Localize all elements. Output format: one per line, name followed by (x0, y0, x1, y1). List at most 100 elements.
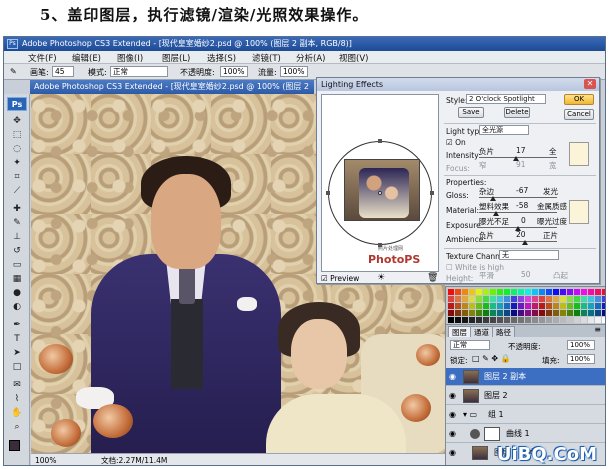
swatch-cell[interactable] (588, 289, 594, 295)
swatch-cell[interactable] (497, 296, 503, 302)
brush-size-picker[interactable]: 45 (52, 66, 74, 77)
swatch-cell[interactable] (504, 296, 510, 302)
swatch-cell[interactable] (574, 303, 580, 309)
menu-file[interactable]: 文件(F) (28, 52, 57, 64)
foreground-color-swatch[interactable] (9, 440, 20, 451)
swatch-cell[interactable] (602, 289, 606, 295)
swatch-cell[interactable] (532, 303, 538, 309)
swatch-cell[interactable] (560, 289, 566, 295)
swatch-cell[interactable] (525, 310, 531, 316)
lasso-tool-icon[interactable]: ◌ (10, 144, 24, 155)
swatch-cell[interactable] (497, 317, 503, 323)
swatch-cell[interactable] (469, 303, 475, 309)
blend-mode-select[interactable]: 正常 (450, 340, 490, 350)
swatch-cell[interactable] (602, 317, 606, 323)
swatch-cell[interactable] (469, 317, 475, 323)
swatch-cell[interactable] (483, 317, 489, 323)
swatch-cell[interactable] (560, 303, 566, 309)
style-select[interactable]: 2 O'clock Spotlight (466, 94, 546, 104)
swatch-cell[interactable] (588, 296, 594, 302)
layer-opacity-input[interactable]: 100% (567, 340, 595, 350)
swatch-cell[interactable] (581, 296, 587, 302)
swatch-cell[interactable] (455, 310, 461, 316)
swatch-cell[interactable] (595, 289, 601, 295)
swatch-cell[interactable] (462, 317, 468, 323)
light-center-handle[interactable] (378, 191, 382, 195)
swatch-cell[interactable] (469, 296, 475, 302)
swatch-cell[interactable] (455, 303, 461, 309)
eraser-tool-icon[interactable]: ▭ (10, 260, 24, 271)
swatch-cell[interactable] (448, 317, 454, 323)
swatch-cell[interactable] (462, 310, 468, 316)
swatch-cell[interactable] (490, 303, 496, 309)
pen-tool-icon[interactable]: ✒ (10, 320, 24, 331)
blur-tool-icon[interactable]: ● (10, 288, 24, 299)
brush-tool-icon[interactable]: ✎ (10, 218, 24, 229)
swatch-cell[interactable] (518, 303, 524, 309)
type-tool-icon[interactable]: T (10, 334, 24, 345)
swatch-cell[interactable] (525, 303, 531, 309)
trash-icon[interactable]: 🗑 (427, 273, 438, 283)
swatch-cell[interactable] (574, 310, 580, 316)
marquee-tool-icon[interactable]: ⬚ (10, 130, 24, 141)
swatch-cell[interactable] (462, 289, 468, 295)
swatch-cell[interactable] (518, 289, 524, 295)
preview-checkbox[interactable]: ☑ Preview (321, 274, 359, 283)
swatch-cell[interactable] (511, 289, 517, 295)
swatch-cell[interactable] (560, 317, 566, 323)
mode-select[interactable]: 正常 (110, 66, 168, 77)
visibility-eye-icon[interactable]: ◉ (449, 392, 459, 400)
tab-channels[interactable]: 通道 (470, 326, 493, 337)
swatch-cell[interactable] (553, 303, 559, 309)
layer-row[interactable]: ◉ 曲线 1 (446, 425, 605, 443)
swatch-cell[interactable] (525, 317, 531, 323)
document-tab[interactable]: Adobe Photoshop CS3 Extended - [现代皇室婚纱2.… (30, 80, 314, 105)
light-color-swatch[interactable] (569, 142, 589, 166)
flow-input[interactable]: 100% (280, 66, 308, 77)
swatch-cell[interactable] (511, 303, 517, 309)
swatch-cell[interactable] (602, 303, 606, 309)
swatch-cell[interactable] (469, 289, 475, 295)
on-checkbox[interactable]: ☑ On (446, 138, 466, 147)
ambience-slider-track[interactable] (479, 241, 557, 242)
swatch-cell[interactable] (581, 317, 587, 323)
menu-analysis[interactable]: 分析(A) (296, 52, 325, 64)
ok-button[interactable]: OK (564, 94, 594, 105)
swatch-cell[interactable] (483, 296, 489, 302)
tab-paths[interactable]: 路径 (492, 326, 515, 337)
shape-tool-icon[interactable]: □ (10, 362, 24, 373)
swatch-cell[interactable] (581, 310, 587, 316)
swatch-cell[interactable] (504, 317, 510, 323)
swatch-cell[interactable] (588, 310, 594, 316)
panel-menu-icon[interactable]: ≡ (594, 325, 601, 334)
path-select-icon[interactable]: ➤ (10, 348, 24, 359)
fill-input[interactable]: 100% (567, 354, 595, 364)
visibility-eye-icon[interactable]: ◉ (449, 430, 459, 438)
swatch-cell[interactable] (567, 317, 573, 323)
swatch-cell[interactable] (553, 310, 559, 316)
menu-view[interactable]: 视图(V) (339, 52, 368, 64)
cancel-button[interactable]: Cancel (564, 109, 594, 120)
swatch-cell[interactable] (539, 296, 545, 302)
swatch-cell[interactable] (518, 317, 524, 323)
swatch-cell[interactable] (476, 310, 482, 316)
swatch-cell[interactable] (602, 310, 606, 316)
save-button[interactable]: Save (458, 107, 484, 118)
swatch-cell[interactable] (567, 303, 573, 309)
swatch-cell[interactable] (546, 303, 552, 309)
swatch-cell[interactable] (497, 289, 503, 295)
menu-filter[interactable]: 滤镜(T) (252, 52, 281, 64)
swatch-cell[interactable] (560, 296, 566, 302)
swatch-cell[interactable] (546, 296, 552, 302)
swatch-cell[interactable] (476, 289, 482, 295)
close-icon[interactable]: ✕ (584, 79, 596, 89)
swatch-cell[interactable] (546, 289, 552, 295)
menu-layer[interactable]: 图层(L) (162, 52, 190, 64)
swatch-cell[interactable] (448, 296, 454, 302)
swatch-cell[interactable] (490, 296, 496, 302)
swatch-cell[interactable] (567, 296, 573, 302)
swatch-cell[interactable] (483, 289, 489, 295)
visibility-eye-icon[interactable]: ◉ (449, 411, 459, 419)
swatch-cell[interactable] (567, 289, 573, 295)
light-type-select[interactable]: 全光源 (479, 125, 529, 135)
